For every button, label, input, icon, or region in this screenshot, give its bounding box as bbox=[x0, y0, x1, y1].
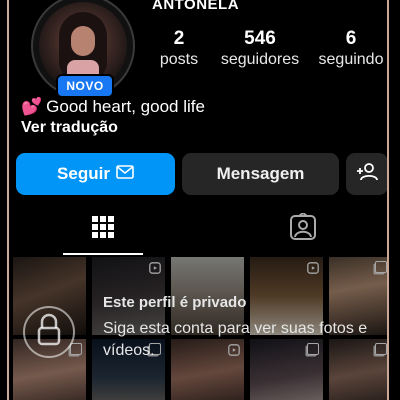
stat-posts-count: 2 bbox=[173, 28, 185, 49]
stat-posts-label: posts bbox=[159, 51, 199, 68]
profile-bio: 💕 Good heart, good life Ver tradução bbox=[21, 96, 205, 137]
profile-username: ANTONELA bbox=[152, 0, 240, 13]
stat-following-count: 6 bbox=[345, 28, 357, 49]
add-user-icon bbox=[355, 162, 379, 187]
message-button-label: Mensagem bbox=[216, 164, 305, 183]
stat-posts[interactable]: 2 posts bbox=[149, 28, 209, 70]
tab-posts-grid[interactable] bbox=[63, 205, 143, 253]
bio-text: Good heart, good life bbox=[46, 97, 205, 116]
profile-screen: NOVO ANTONELA 2 posts 546 seguidores 6 s… bbox=[7, 0, 389, 400]
see-translation-link[interactable]: Ver tradução bbox=[21, 119, 205, 137]
message-button[interactable]: Mensagem bbox=[182, 153, 339, 195]
profile-stats: 2 posts 546 seguidores 6 seguindo bbox=[149, 28, 387, 72]
tab-tagged[interactable] bbox=[263, 205, 343, 253]
hearts-emoji: 💕 bbox=[21, 97, 43, 116]
stat-following[interactable]: 6 seguindo bbox=[311, 28, 387, 70]
grid-icon bbox=[91, 215, 115, 244]
new-badge: NOVO bbox=[56, 74, 114, 98]
private-account-text: Siga esta conta para ver suas fotos e ví… bbox=[103, 320, 368, 359]
tagged-icon bbox=[289, 211, 317, 246]
stat-followers-count: 546 bbox=[244, 28, 276, 49]
stat-followers-label: seguidores bbox=[220, 51, 300, 68]
follow-button-label: Seguir bbox=[57, 164, 110, 183]
active-tab-indicator bbox=[63, 253, 143, 255]
mail-icon bbox=[116, 164, 134, 184]
private-account-title: Este perfil é privado bbox=[103, 294, 247, 311]
profile-tabs bbox=[9, 205, 387, 255]
stat-following-label: seguindo bbox=[318, 51, 384, 68]
stat-followers[interactable]: 546 seguidores bbox=[211, 28, 309, 70]
follow-button[interactable]: Seguir bbox=[16, 153, 175, 195]
lock-icon bbox=[23, 298, 75, 365]
suggest-users-button[interactable] bbox=[346, 153, 387, 195]
